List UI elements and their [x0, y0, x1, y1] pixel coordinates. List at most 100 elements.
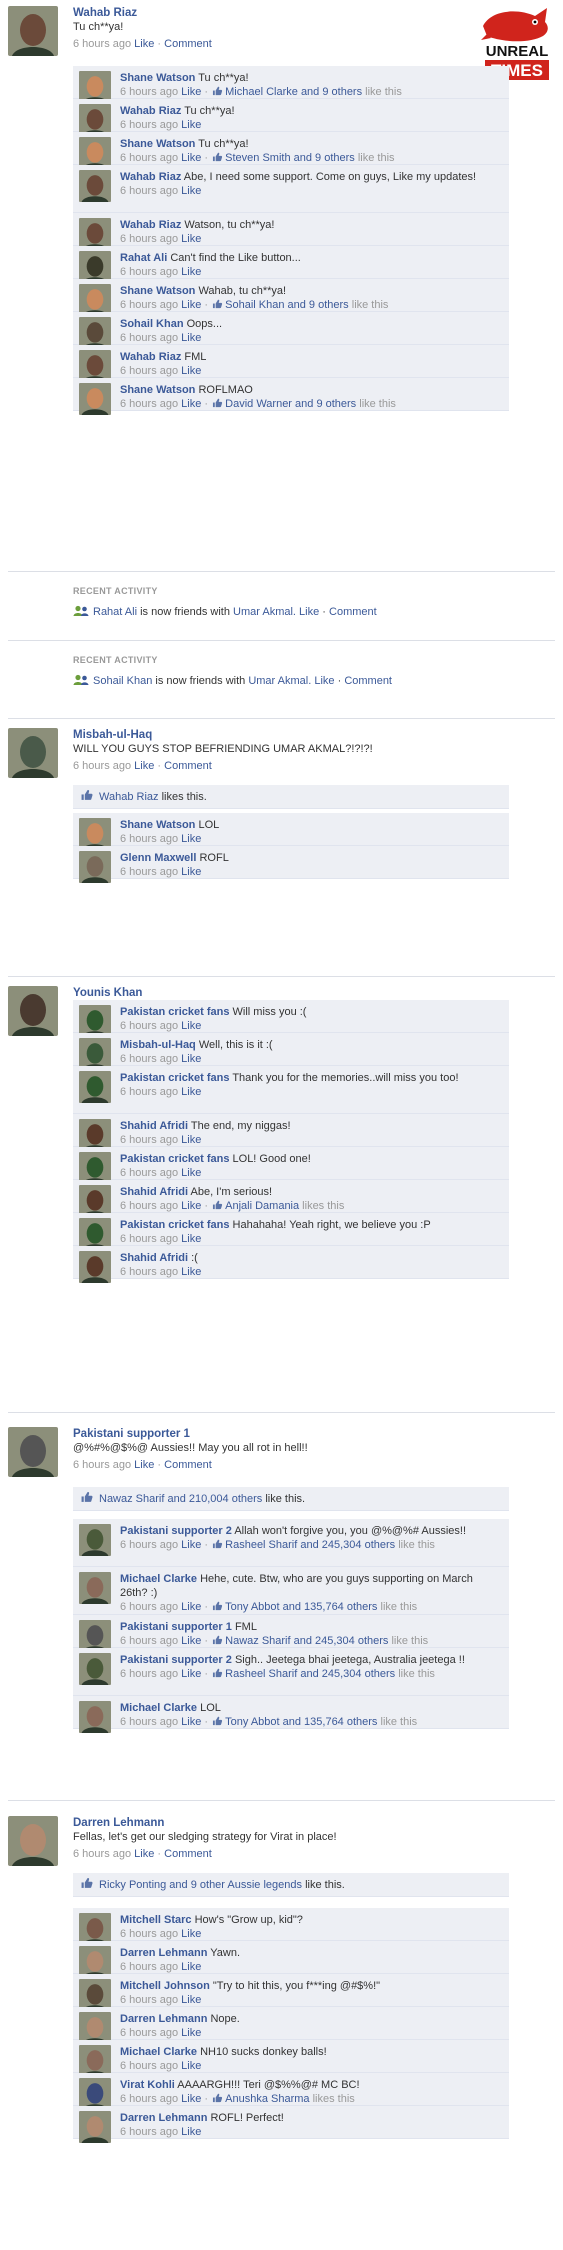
likers-link[interactable]: Rasheel Sharif and 245,304 others: [225, 1668, 395, 1680]
like-link[interactable]: Like: [181, 119, 201, 131]
commenter-name[interactable]: Pakistan cricket fans: [120, 1006, 229, 1018]
post-author[interactable]: Younis Khan: [73, 986, 555, 1000]
commenter-name[interactable]: Shane Watson: [120, 384, 195, 396]
like-link[interactable]: Like: [134, 38, 154, 50]
like-link[interactable]: Like: [181, 1233, 201, 1245]
commenter-name[interactable]: Wahab Riaz: [120, 219, 181, 231]
like-link[interactable]: Like: [181, 866, 201, 878]
commenter-avatar[interactable]: [79, 1653, 111, 1685]
like-link[interactable]: Like: [181, 266, 201, 278]
commenter-name[interactable]: Mitchell Starc: [120, 1914, 192, 1926]
like-link[interactable]: Like: [181, 1053, 201, 1065]
commenter-name[interactable]: Shahid Afridi: [120, 1186, 188, 1198]
like-link[interactable]: Like: [134, 760, 154, 772]
comment-link[interactable]: Comment: [164, 1459, 212, 1471]
like-link[interactable]: Like: [181, 1134, 201, 1146]
likers-link[interactable]: Tony Abbot and 135,764 others: [225, 1716, 377, 1728]
comment-link[interactable]: Comment: [344, 675, 392, 687]
commenter-avatar[interactable]: [79, 1251, 111, 1283]
post-author[interactable]: Pakistani supporter 1: [73, 1427, 555, 1441]
likers-link[interactable]: Anushka Sharma: [225, 2093, 309, 2105]
commenter-name[interactable]: Glenn Maxwell: [120, 852, 196, 864]
commenter-name[interactable]: Michael Clarke: [120, 1573, 197, 1585]
commenter-avatar[interactable]: [79, 851, 111, 883]
comment-link[interactable]: Comment: [164, 760, 212, 772]
like-link[interactable]: Like: [181, 2027, 201, 2039]
post-author[interactable]: Darren Lehmann: [73, 1816, 555, 1830]
commenter-name[interactable]: Michael Clarke: [120, 1702, 197, 1714]
like-link[interactable]: Like: [181, 1961, 201, 1973]
like-link[interactable]: Like: [134, 1848, 154, 1860]
comment-link[interactable]: Comment: [164, 1848, 212, 1860]
likers-link[interactable]: Ricky Ponting and 9 other Aussie legends: [99, 1879, 302, 1891]
commenter-name[interactable]: Sohail Khan: [120, 318, 184, 330]
commenter-name[interactable]: Pakistani supporter 2: [120, 1525, 232, 1537]
like-link[interactable]: Like: [181, 1716, 201, 1728]
commenter-name[interactable]: Wahab Riaz: [120, 171, 181, 183]
like-link[interactable]: Like: [181, 1928, 201, 1940]
likers-link[interactable]: Tony Abbot and 135,764 others: [225, 1601, 377, 1613]
likers-link[interactable]: Steven Smith and 9 others: [225, 152, 355, 164]
commenter-name[interactable]: Virat Kohli: [120, 2079, 175, 2091]
like-link[interactable]: Like: [134, 1459, 154, 1471]
like-link[interactable]: Like: [181, 185, 201, 197]
author-avatar[interactable]: [8, 1427, 58, 1477]
author-avatar[interactable]: [8, 986, 58, 1036]
commenter-avatar[interactable]: [79, 1071, 111, 1103]
commenter-name[interactable]: Shane Watson: [120, 285, 195, 297]
likers-link[interactable]: Wahab Riaz: [99, 791, 159, 803]
commenter-avatar[interactable]: [79, 170, 111, 202]
commenter-name[interactable]: Darren Lehmann: [120, 1947, 207, 1959]
person-link[interactable]: Rahat Ali: [93, 606, 137, 618]
like-link[interactable]: Like: [299, 606, 319, 618]
commenter-name[interactable]: Shane Watson: [120, 72, 195, 84]
commenter-name[interactable]: Shane Watson: [120, 819, 195, 831]
commenter-name[interactable]: Darren Lehmann: [120, 2112, 207, 2124]
likers-link[interactable]: Nawaz Sharif and 245,304 others: [225, 1635, 388, 1647]
commenter-name[interactable]: Shahid Afridi: [120, 1252, 188, 1264]
comment-link[interactable]: Comment: [164, 38, 212, 50]
commenter-name[interactable]: Shane Watson: [120, 138, 195, 150]
likers-link[interactable]: David Warner and 9 others: [225, 398, 356, 410]
like-link[interactable]: Like: [181, 1539, 201, 1551]
like-link[interactable]: Like: [181, 833, 201, 845]
commenter-avatar[interactable]: [79, 2111, 111, 2143]
like-link[interactable]: Like: [181, 233, 201, 245]
like-link[interactable]: Like: [181, 365, 201, 377]
author-avatar[interactable]: [8, 728, 58, 778]
author-avatar[interactable]: [8, 6, 58, 56]
commenter-name[interactable]: Michael Clarke: [120, 2046, 197, 2058]
like-link[interactable]: Like: [181, 1086, 201, 1098]
commenter-avatar[interactable]: [79, 1572, 111, 1604]
like-link[interactable]: Like: [181, 152, 201, 164]
like-link[interactable]: Like: [181, 299, 201, 311]
like-link[interactable]: Like: [181, 1266, 201, 1278]
commenter-name[interactable]: Wahab Riaz: [120, 105, 181, 117]
likers-link[interactable]: Nawaz Sharif and 210,004 others: [99, 1493, 262, 1505]
commenter-name[interactable]: Mitchell Johnson: [120, 1980, 210, 1992]
person-link[interactable]: Sohail Khan: [93, 675, 152, 687]
commenter-name[interactable]: Pakistani supporter 1: [120, 1621, 232, 1633]
like-link[interactable]: Like: [181, 2093, 201, 2105]
like-link[interactable]: Like: [181, 398, 201, 410]
friend-link[interactable]: Umar Akmal.: [233, 606, 296, 618]
likers-link[interactable]: Anjali Damania: [225, 1200, 299, 1212]
like-link[interactable]: Like: [181, 86, 201, 98]
post-author[interactable]: Misbah-ul-Haq: [73, 728, 555, 742]
like-link[interactable]: Like: [181, 2060, 201, 2072]
like-link[interactable]: Like: [181, 1167, 201, 1179]
like-link[interactable]: Like: [181, 1200, 201, 1212]
commenter-name[interactable]: Darren Lehmann: [120, 2013, 207, 2025]
commenter-avatar[interactable]: [79, 383, 111, 415]
commenter-name[interactable]: Shahid Afridi: [120, 1120, 188, 1132]
post-author[interactable]: Wahab Riaz: [73, 6, 555, 20]
commenter-name[interactable]: Pakistan cricket fans: [120, 1153, 229, 1165]
commenter-name[interactable]: Pakistan cricket fans: [120, 1219, 229, 1231]
commenter-name[interactable]: Misbah-ul-Haq: [120, 1039, 196, 1051]
like-link[interactable]: Like: [181, 1668, 201, 1680]
friend-link[interactable]: Umar Akmal.: [248, 675, 311, 687]
like-link[interactable]: Like: [314, 675, 334, 687]
likers-link[interactable]: Rasheel Sharif and 245,304 others: [225, 1539, 395, 1551]
like-link[interactable]: Like: [181, 1020, 201, 1032]
author-avatar[interactable]: [8, 1816, 58, 1866]
